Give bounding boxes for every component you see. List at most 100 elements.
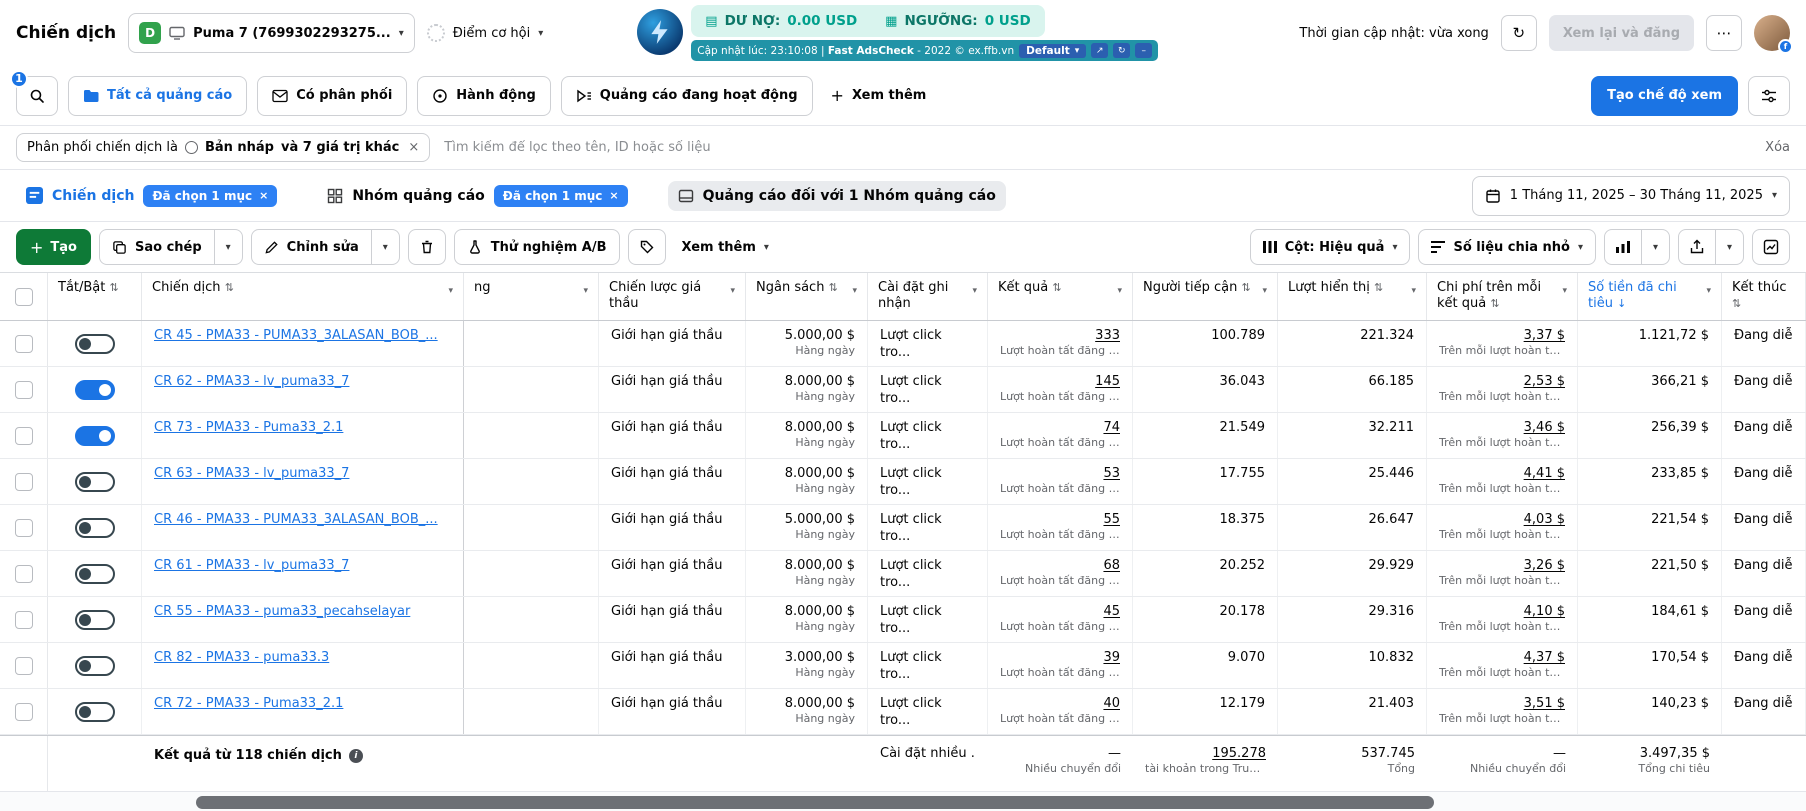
- filter-caret-icon[interactable]: ▾: [448, 283, 453, 299]
- opportunity-score[interactable]: Điểm cơ hội ▾: [426, 24, 543, 42]
- tag-button[interactable]: [627, 229, 666, 265]
- campaign-toggle[interactable]: [74, 563, 115, 584]
- clear-filters-button[interactable]: Xóa: [1765, 140, 1790, 155]
- tab-had-delivery[interactable]: Có phân phối: [257, 75, 408, 116]
- filter-caret-icon[interactable]: ▾: [852, 283, 857, 299]
- reports-button[interactable]: [1752, 229, 1790, 265]
- col-reach[interactable]: Người tiếp cận ⇅ ▾: [1133, 273, 1278, 320]
- refresh-button[interactable]: ↻: [1500, 15, 1537, 51]
- minimize-icon[interactable]: –: [1135, 43, 1153, 58]
- tab-all-ads[interactable]: Tất cả quảng cáo: [68, 75, 248, 116]
- col-impressions[interactable]: Lượt hiển thị ⇅ ▾: [1278, 273, 1427, 320]
- campaign-link[interactable]: CR 72 - PMA33 - Puma33_2.1: [154, 695, 451, 712]
- col-attribution[interactable]: Cài đặt ghi nhận ▾: [868, 273, 988, 320]
- campaign-toggle[interactable]: [74, 333, 115, 354]
- date-range-picker[interactable]: 1 Tháng 11, 2025 – 30 Tháng 11, 2025 ▾: [1471, 175, 1790, 216]
- review-publish-button[interactable]: Xem lại và đăng: [1548, 15, 1694, 51]
- col-budget[interactable]: Ngân sách ⇅ ▾: [746, 273, 868, 320]
- account-selector[interactable]: D Puma 7 (7699302293275... ▾: [128, 13, 415, 53]
- info-icon[interactable]: i: [348, 749, 363, 763]
- col-bid-strategy[interactable]: Chiến lược giá thầu ▾: [599, 273, 746, 320]
- filter-search-input[interactable]: [444, 140, 1752, 155]
- charts-menu-button[interactable]: ▾: [1642, 229, 1670, 265]
- tab-adsets[interactable]: Nhóm quảng cáo Đã chọn 1 mục ×: [317, 178, 637, 214]
- col-cost-per-result[interactable]: Chi phí trên mỗi kết quả ⇅ ▾: [1427, 273, 1578, 320]
- row-checkbox[interactable]: [14, 656, 33, 675]
- campaign-toggle[interactable]: [74, 609, 115, 630]
- campaign-link[interactable]: CR 46 - PMA33 - PUMA33_3ALASAN_BOB_...: [154, 511, 451, 528]
- create-view-button[interactable]: Tạo chế độ xem: [1591, 75, 1738, 116]
- edit-menu-button[interactable]: ▾: [371, 229, 400, 265]
- breakdown-button[interactable]: Số liệu chia nhỏ ▾: [1418, 229, 1596, 265]
- campaign-link[interactable]: CR 45 - PMA33 - PUMA33_3ALASAN_BOB_...: [154, 327, 451, 344]
- row-checkbox[interactable]: [14, 426, 33, 445]
- export-menu-button[interactable]: ▾: [1716, 229, 1744, 265]
- duplicate-menu-button[interactable]: ▾: [214, 229, 243, 265]
- more-options-button[interactable]: ⋯: [1706, 15, 1742, 51]
- delete-button[interactable]: [407, 229, 446, 265]
- filter-caret-icon[interactable]: ▾: [972, 283, 977, 299]
- campaign-link[interactable]: CR 63 - PMA33 - lv_puma33_7: [154, 465, 451, 482]
- tab-ads[interactable]: Quảng cáo đối với 1 Nhóm quảng cáo: [667, 180, 1006, 211]
- campaigns-selected-chip[interactable]: Đã chọn 1 mục ×: [143, 184, 278, 207]
- filter-caret-icon[interactable]: ▾: [583, 283, 588, 299]
- filter-caret-icon[interactable]: ▾: [1562, 283, 1567, 299]
- col-results[interactable]: Kết quả ⇅ ▾: [988, 273, 1133, 320]
- export-button[interactable]: [1678, 229, 1716, 265]
- campaign-toggle[interactable]: [74, 425, 115, 446]
- campaign-toggle[interactable]: [74, 655, 115, 676]
- col-partial[interactable]: ng ▾: [464, 273, 599, 320]
- filter-caret-icon[interactable]: ▾: [1262, 283, 1267, 299]
- scrollbar-thumb[interactable]: [196, 796, 1434, 809]
- create-button[interactable]: + Tạo: [16, 229, 91, 265]
- campaign-link[interactable]: CR 55 - PMA33 - puma33_pecahselayar: [154, 603, 451, 620]
- filter-caret-icon[interactable]: ▾: [1411, 283, 1416, 299]
- col-amount-spent[interactable]: Số tiền đã chi tiêu ↓ ▾: [1578, 273, 1722, 320]
- more-actions-button[interactable]: Xem thêm ▾: [674, 227, 777, 267]
- row-checkbox[interactable]: [14, 472, 33, 491]
- row-checkbox[interactable]: [14, 518, 33, 537]
- charts-button[interactable]: [1604, 229, 1642, 265]
- campaign-link[interactable]: CR 62 - PMA33 - lv_puma33_7: [154, 373, 451, 390]
- filter-chip[interactable]: Phân phối chiến dịch là Bản nháp và 7 gi…: [16, 133, 431, 162]
- row-checkbox[interactable]: [14, 380, 33, 399]
- campaign-toggle[interactable]: [74, 471, 115, 492]
- adscheck-profile-select[interactable]: Default ▾: [1019, 43, 1087, 58]
- col-end[interactable]: Kết thúc ⇅: [1722, 273, 1806, 320]
- campaign-link[interactable]: CR 61 - PMA33 - lv_puma33_7: [154, 557, 451, 574]
- campaign-toggle[interactable]: [74, 379, 115, 400]
- popout-icon[interactable]: ↗: [1091, 43, 1109, 58]
- refresh-icon[interactable]: ↻: [1113, 43, 1131, 58]
- close-icon[interactable]: ×: [259, 189, 268, 202]
- ab-test-button[interactable]: Thử nghiệm A/B: [453, 229, 620, 265]
- filter-caret-icon[interactable]: ▾: [1706, 283, 1711, 299]
- row-checkbox[interactable]: [14, 702, 33, 721]
- campaign-link[interactable]: CR 73 - PMA33 - Puma33_2.1: [154, 419, 451, 436]
- tab-active-ads[interactable]: Quảng cáo đang hoạt động: [560, 75, 813, 116]
- tab-action[interactable]: Hành động: [417, 75, 551, 116]
- see-more-tabs-button[interactable]: + Xem thêm: [823, 76, 935, 116]
- avatar[interactable]: f: [1754, 15, 1793, 54]
- edit-button[interactable]: Chỉnh sửa: [250, 229, 372, 265]
- campaign-link[interactable]: CR 82 - PMA33 - puma33.3: [154, 649, 451, 666]
- remove-filter-icon[interactable]: ×: [408, 140, 419, 155]
- search-button[interactable]: 1: [10, 69, 58, 116]
- adsets-selected-chip[interactable]: Đã chọn 1 mục ×: [493, 184, 628, 207]
- campaign-toggle[interactable]: [74, 517, 115, 538]
- row-checkbox[interactable]: [14, 610, 33, 629]
- columns-button[interactable]: Cột: Hiệu quả ▾: [1249, 229, 1411, 265]
- close-icon[interactable]: ×: [609, 189, 618, 202]
- campaign-toggle[interactable]: [74, 701, 115, 722]
- filter-caret-icon[interactable]: ▾: [1117, 283, 1122, 299]
- reach-cell: 12.179: [1133, 689, 1278, 734]
- view-settings-button[interactable]: [1748, 75, 1790, 116]
- horizontal-scrollbar[interactable]: [0, 791, 1806, 811]
- select-all-checkbox[interactable]: [14, 287, 33, 306]
- col-toggle[interactable]: Tắt/Bật ⇅: [48, 273, 142, 320]
- tab-campaigns[interactable]: Chiến dịch Đã chọn 1 mục ×: [16, 178, 287, 214]
- filter-caret-icon[interactable]: ▾: [730, 283, 735, 299]
- duplicate-button[interactable]: Sao chép: [98, 229, 215, 265]
- row-checkbox[interactable]: [14, 334, 33, 353]
- col-campaign[interactable]: Chiến dịch ⇅ ▾: [142, 273, 464, 320]
- row-checkbox[interactable]: [14, 564, 33, 583]
